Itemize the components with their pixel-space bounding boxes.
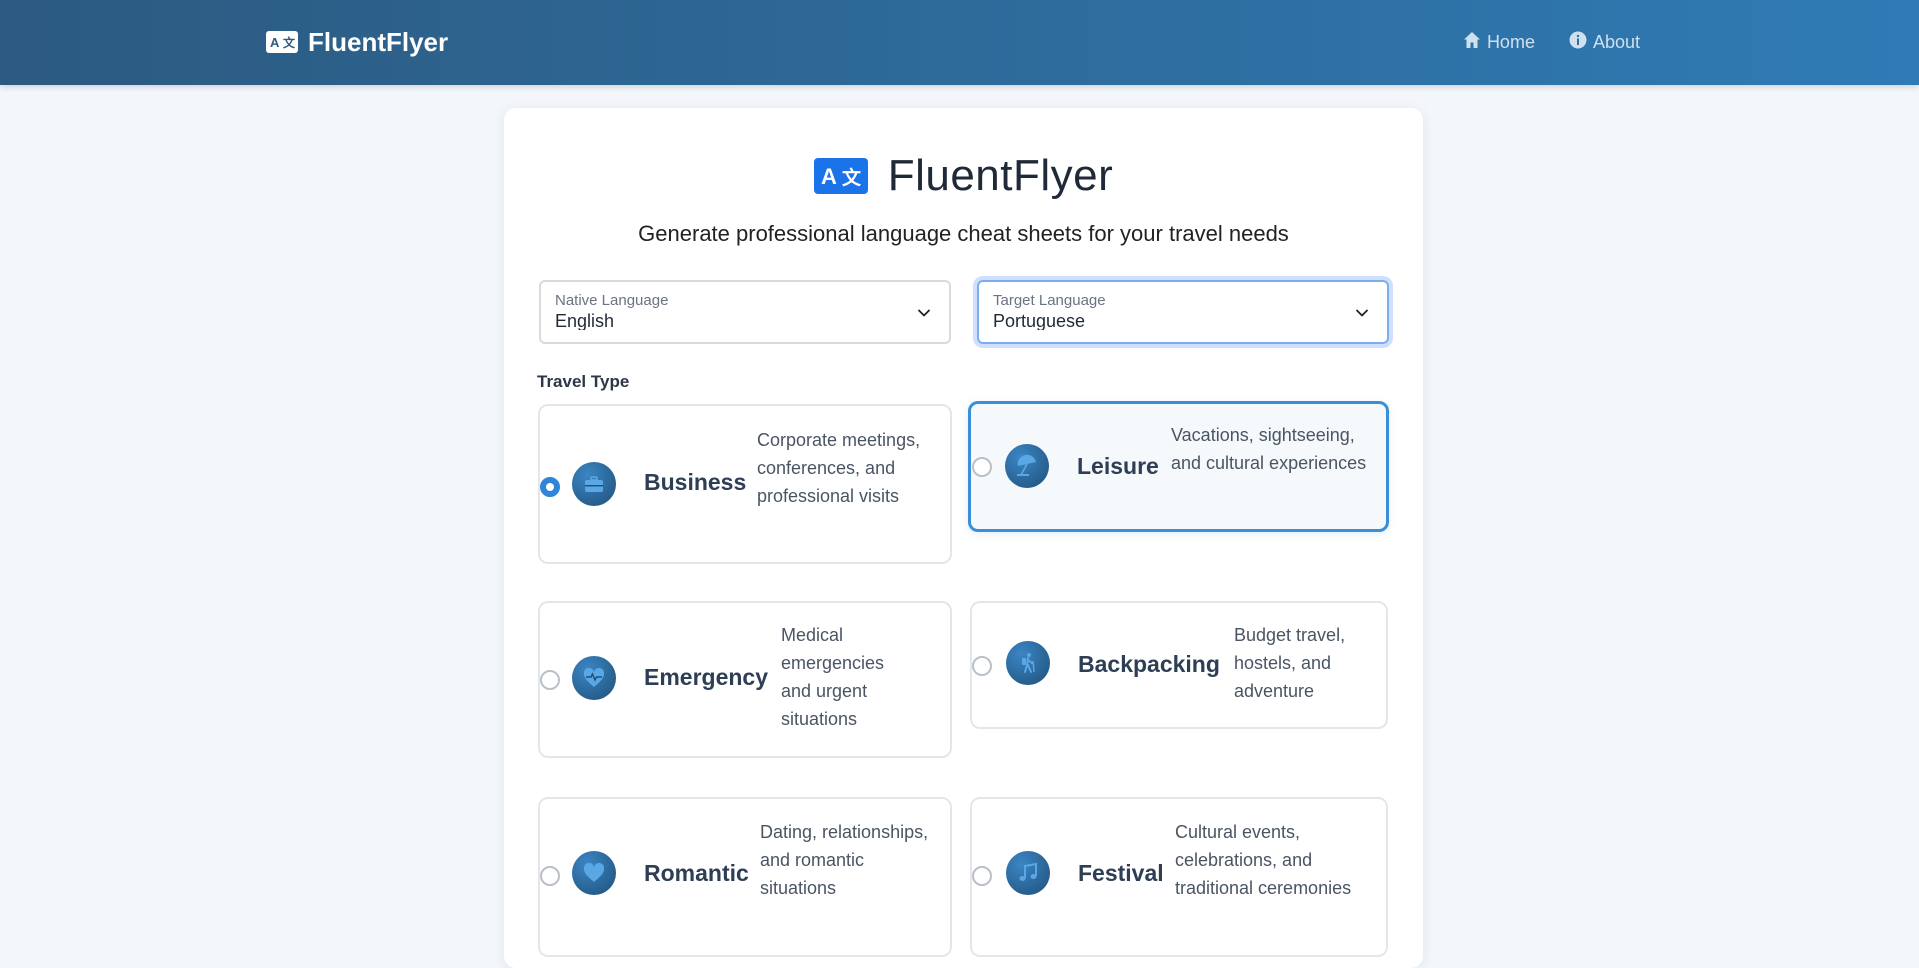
brand-name: FluentFlyer [308, 26, 449, 57]
option-description: Vacations, sightseeing, and cultural exp… [1171, 425, 1367, 473]
option-description: Medical emergencies and urgent situation… [781, 625, 885, 729]
target-language-select[interactable]: Target Language Portuguese [977, 280, 1389, 344]
page-title: FluentFlyer [887, 151, 1114, 200]
option-description: Dating, relationships, and romantic situ… [760, 822, 929, 898]
nav-about-link[interactable]: About [1569, 31, 1640, 54]
option-title: Romantic [644, 860, 749, 886]
radio-romantic[interactable] [540, 866, 560, 886]
option-description: Corporate meetings, conferences, and pro… [757, 430, 921, 506]
svg-text:文: 文 [283, 35, 296, 50]
travel-option-business[interactable]: Business Corporate meetings, conferences… [538, 404, 952, 564]
nav-home-label: Home [1486, 31, 1535, 52]
option-title: Emergency [644, 664, 769, 690]
target-language-value: Portuguese [993, 311, 1086, 330]
navbar: A 文 FluentFlyer Home About [0, 0, 1919, 85]
heart-pulse-icon [572, 656, 616, 700]
travel-option-leisure[interactable]: Leisure Vacations, sightseeing, and cult… [968, 401, 1389, 532]
main-card: A 文 FluentFlyer Generate professional la… [504, 108, 1423, 968]
radio-festival[interactable] [972, 866, 992, 886]
nav-links: Home About [1463, 28, 1640, 56]
svg-text:A: A [821, 164, 837, 189]
radio-business[interactable] [540, 477, 560, 497]
translate-icon: A 文 [813, 158, 868, 194]
svg-text:A: A [270, 35, 280, 50]
page-subtitle: Generate professional language cheat she… [638, 221, 1289, 246]
travel-option-backpacking[interactable]: Backpacking Budget travel, hostels, and … [970, 601, 1388, 729]
radio-leisure[interactable] [972, 457, 992, 477]
nav-about-label: About [1592, 31, 1640, 52]
info-icon [1569, 31, 1587, 54]
briefcase-icon [572, 462, 616, 506]
target-language-label: Target Language [993, 292, 1106, 309]
nav-home-link[interactable]: Home [1463, 31, 1535, 54]
music-note-icon [1006, 851, 1050, 895]
option-title: Backpacking [1078, 651, 1220, 677]
translate-icon: A 文 [266, 31, 298, 53]
native-language-value: English [555, 311, 615, 330]
svg-text:文: 文 [842, 166, 862, 189]
option-title: Leisure [1077, 453, 1159, 479]
chevron-down-icon [918, 309, 930, 317]
travel-option-emergency[interactable]: Emergency Medical emergencies and urgent… [538, 601, 952, 758]
option-description: Budget travel, hostels, and adventure [1234, 625, 1346, 701]
travel-type-label: Travel Type [537, 372, 630, 391]
option-description: Cultural events, celebrations, and tradi… [1175, 822, 1352, 898]
travel-option-festival[interactable]: Festival Cultural events, celebrations, … [970, 797, 1388, 957]
native-language-select[interactable]: Native Language English [539, 280, 951, 344]
radio-backpacking[interactable] [972, 656, 992, 676]
hero: A 文 FluentFlyer [504, 144, 1423, 208]
brand-link[interactable]: A 文 FluentFlyer [266, 25, 448, 59]
umbrella-beach-icon [1005, 444, 1049, 488]
native-language-label: Native Language [555, 292, 669, 309]
heart-icon [572, 851, 616, 895]
travel-option-romantic[interactable]: Romantic Dating, relationships, and roma… [538, 797, 952, 957]
hiker-icon [1006, 641, 1050, 685]
option-title: Business [644, 469, 747, 495]
chevron-down-icon [1356, 309, 1368, 317]
option-title: Festival [1078, 860, 1164, 886]
radio-emergency[interactable] [540, 670, 560, 690]
home-icon [1463, 31, 1481, 54]
